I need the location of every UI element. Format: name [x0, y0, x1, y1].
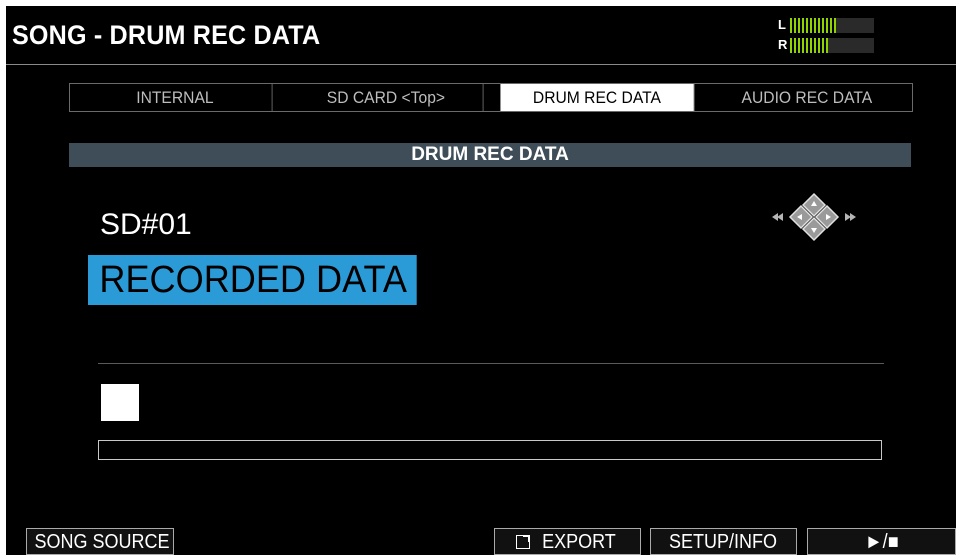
export-button[interactable]: EXPORT — [494, 528, 641, 555]
meter-left-row: L — [778, 16, 878, 33]
header-bar: SONG - DRUM REC DATA L R — [6, 6, 956, 65]
meter-left-track — [790, 18, 874, 33]
device-screen: SONG - DRUM REC DATA L R INTERNAL SD CAR… — [6, 6, 956, 555]
export-label: EXPORT — [541, 531, 616, 553]
external-export-icon — [515, 535, 530, 549]
meter-right-row: R — [778, 36, 878, 53]
meter-right-label: R — [778, 37, 788, 52]
screen-title: SONG - DRUM REC DATA — [12, 20, 321, 50]
meter-right-track — [790, 38, 874, 53]
slot-number: SD#01 — [100, 208, 192, 241]
section-title-bar: DRUM REC DATA — [69, 143, 911, 167]
tab-sd-card[interactable]: SD CARD <Top> — [289, 84, 484, 111]
meter-left-fill — [790, 18, 837, 33]
tab-internal[interactable]: INTERNAL — [78, 84, 273, 111]
meter-right-fill — [790, 38, 828, 53]
play-stop-button[interactable]: ►/■ — [807, 528, 956, 555]
play-stop-label: ►/■ — [864, 531, 899, 553]
divider-line — [98, 363, 884, 364]
source-tabs: INTERNAL SD CARD <Top> DRUM REC DATA AUD… — [69, 83, 913, 112]
meter-left-label: L — [778, 17, 786, 32]
cursor-dpad-icon — [766, 191, 862, 243]
selected-data-name[interactable]: RECORDED DATA — [88, 255, 417, 305]
tab-audio-rec-data[interactable]: AUDIO REC DATA — [711, 84, 904, 111]
song-source-label: SONG SOURCE — [34, 531, 170, 553]
tab-drum-rec-data[interactable]: DRUM REC DATA — [499, 84, 694, 111]
level-meter: L R — [778, 16, 878, 56]
setup-info-button[interactable]: SETUP/INFO — [650, 528, 797, 555]
fast-forward-icon — [845, 213, 856, 221]
rewind-icon — [772, 213, 783, 221]
stop-status-icon — [101, 384, 139, 421]
progress-bar — [98, 440, 882, 460]
setup-info-label: SETUP/INFO — [669, 531, 778, 553]
song-source-button[interactable]: SONG SOURCE — [26, 528, 174, 555]
